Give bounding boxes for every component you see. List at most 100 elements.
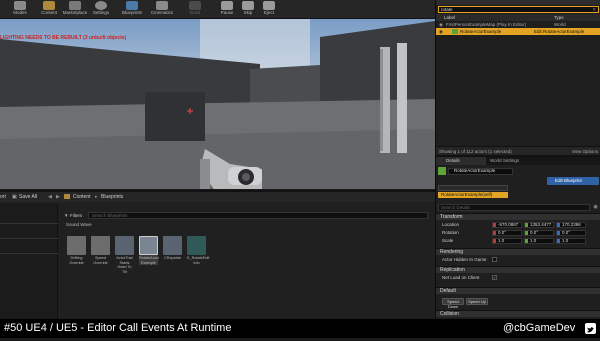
pause-icon	[221, 1, 233, 10]
clear-icon[interactable]: ✕	[592, 7, 596, 12]
marketplace-icon	[69, 1, 81, 10]
details-panel: Details World Settings RotateActorExampl…	[435, 155, 600, 319]
viewport-scene	[0, 19, 435, 189]
outliner-search-input[interactable]: rotate ✕	[438, 6, 599, 13]
eye-icon[interactable]: ◉	[439, 22, 443, 27]
location-x-field[interactable]: -570.0887	[492, 222, 522, 228]
asset-search-input[interactable]: Search Blueprints	[88, 212, 428, 219]
world-outliner: rotate ✕ Label Type ◉ FirstPersonExample…	[435, 0, 600, 155]
asset-name: Speed Override	[93, 256, 108, 265]
asset-tile[interactable]: Speed Override	[91, 236, 110, 265]
tab-details[interactable]: Details	[436, 157, 486, 165]
asset-tile[interactable]: CRapidde	[163, 236, 182, 261]
axis-x-marker	[493, 223, 496, 227]
content-browser: ort ▣ Save All ◀ ▶ Content ▸ Blueprints …	[0, 190, 435, 321]
content-icon	[43, 1, 55, 10]
speed-up-button[interactable]: Speed Up	[466, 298, 488, 305]
eject-icon	[263, 1, 275, 10]
build-icon	[189, 1, 201, 10]
breadcrumb-blueprints[interactable]: Blueprints	[101, 194, 123, 200]
main-toolbar: Modes Content Marketplace Settings Bluep…	[0, 0, 435, 19]
actor-icon	[452, 29, 458, 34]
asset-name: E_RotateEdit Info	[187, 256, 210, 265]
scale-x-field[interactable]: 1.0	[492, 238, 522, 244]
rotation-y-field[interactable]: 0.0°	[524, 230, 554, 236]
section-collision[interactable]: Collision	[436, 310, 600, 317]
toolbar-cinematics-button[interactable]: Cinematics	[147, 0, 177, 19]
save-all-button[interactable]: ▣ Save All	[12, 193, 40, 201]
toolbar-eject-button[interactable]: Eject	[254, 0, 284, 19]
forward-arrow-icon[interactable]: ▶	[56, 194, 60, 200]
view-options-button[interactable]: View Options	[572, 149, 598, 154]
net-load-label: Net Load on Client	[442, 275, 480, 280]
details-tab-bar: Details World Settings	[436, 157, 600, 165]
asset-tile-selected[interactable]: RotateActor Example	[139, 236, 160, 265]
back-arrow-icon[interactable]: ◀	[48, 194, 52, 200]
blueprint-icon	[126, 1, 138, 10]
blueprint-thumbnail-icon	[163, 236, 182, 255]
filters-button[interactable]: ▼ Filters	[64, 212, 86, 219]
outliner-column-header: Label Type	[436, 14, 600, 21]
folder-icon	[67, 236, 86, 255]
axis-z-marker	[557, 223, 560, 227]
actor-name-field[interactable]: RotateActorExample	[448, 168, 513, 175]
breadcrumb-content[interactable]: Content	[73, 194, 91, 200]
level-viewport[interactable]: LIGHTING NEEDS TO BE REBUILT (3 unbuilt …	[0, 19, 435, 189]
actor-hidden-checkbox[interactable]	[492, 257, 497, 262]
speed-down-button[interactable]: Speed Down	[442, 298, 464, 309]
location-z-field[interactable]: 170.2396	[556, 222, 586, 228]
gear-icon	[95, 1, 107, 10]
section-rendering[interactable]: Rendering	[436, 248, 600, 255]
asset-name: CRapidde	[164, 256, 181, 260]
tab-world-settings[interactable]: World Settings	[486, 157, 536, 165]
outliner-tab-strip	[436, 0, 600, 5]
video-title-banner: #50 UE4 / UE5 - Editor Call Events At Ru…	[0, 319, 600, 338]
asset-name: ActorThat Starts Head To Tilt	[116, 256, 133, 274]
lighting-error-message: LIGHTING NEEDS TO BE REBUILT (3 unbuilt …	[0, 35, 127, 41]
scale-y-field[interactable]: 1.0	[524, 238, 554, 244]
save-icon: ▣	[12, 194, 17, 200]
tree-divider	[0, 238, 58, 239]
tree-divider	[0, 223, 58, 224]
eye-icon[interactable]: ◉	[592, 204, 599, 211]
rotation-x-field[interactable]: 0.0°	[492, 230, 522, 236]
sound-wave-filter[interactable]: Sound Wave	[66, 222, 92, 227]
asset-tile[interactable]: Drifting Override	[67, 236, 86, 265]
asset-tile[interactable]: E_RotateEdit Info	[187, 236, 210, 265]
scale-z-field[interactable]: 1.0	[556, 238, 586, 244]
toolbar-modes-button[interactable]: Modes	[5, 0, 35, 19]
content-browser-toolbar: ort ▣ Save All ◀ ▶ Content ▸ Blueprints	[0, 192, 435, 202]
location-y-field[interactable]: 1353.4477	[524, 222, 554, 228]
section-replication[interactable]: Replication	[436, 266, 600, 273]
section-default[interactable]: Default	[436, 287, 600, 294]
toolbar-build-button[interactable]: Build	[180, 0, 210, 19]
outliner-row-selected[interactable]: ◉ RotateActorExample Edit RotateActorExa…	[436, 28, 600, 35]
eye-icon[interactable]: ◉	[439, 29, 443, 34]
clapperboard-icon	[156, 1, 168, 10]
asset-tile[interactable]: ActorThat Starts Head To Tilt	[115, 236, 134, 274]
breadcrumb-separator-icon: ▸	[95, 194, 98, 200]
net-load-checkbox[interactable]: ✓	[492, 275, 497, 280]
blueprint-thumbnail-icon	[115, 236, 134, 255]
actor-icon	[438, 167, 446, 175]
axis-z-marker	[557, 239, 560, 243]
axis-y-marker	[525, 223, 528, 227]
details-search-input[interactable]: Search Details	[438, 204, 590, 211]
axis-x-marker	[493, 239, 496, 243]
axis-y-marker	[525, 239, 528, 243]
edit-blueprint-button[interactable]: Edit Blueprint	[547, 177, 599, 185]
folder-tree[interactable]	[0, 203, 58, 321]
skip-icon	[242, 1, 254, 10]
component-add-area[interactable]	[438, 185, 508, 191]
filter-icon: ▼	[64, 213, 69, 218]
asset-name: Drifting Override	[69, 256, 84, 265]
asset-name: RotateActor Example	[139, 256, 160, 265]
toolbar-blueprints-button[interactable]: Blueprints	[117, 0, 147, 19]
section-transform[interactable]: Transform	[436, 213, 600, 220]
folder-icon	[91, 236, 110, 255]
toolbar-settings-button[interactable]: Settings	[86, 0, 116, 19]
component-root-row[interactable]: RotateActorExample(self)	[438, 192, 508, 198]
tree-divider	[0, 253, 58, 254]
rotation-z-field[interactable]: 0.0°	[556, 230, 586, 236]
editor-utility-icon	[187, 236, 206, 255]
